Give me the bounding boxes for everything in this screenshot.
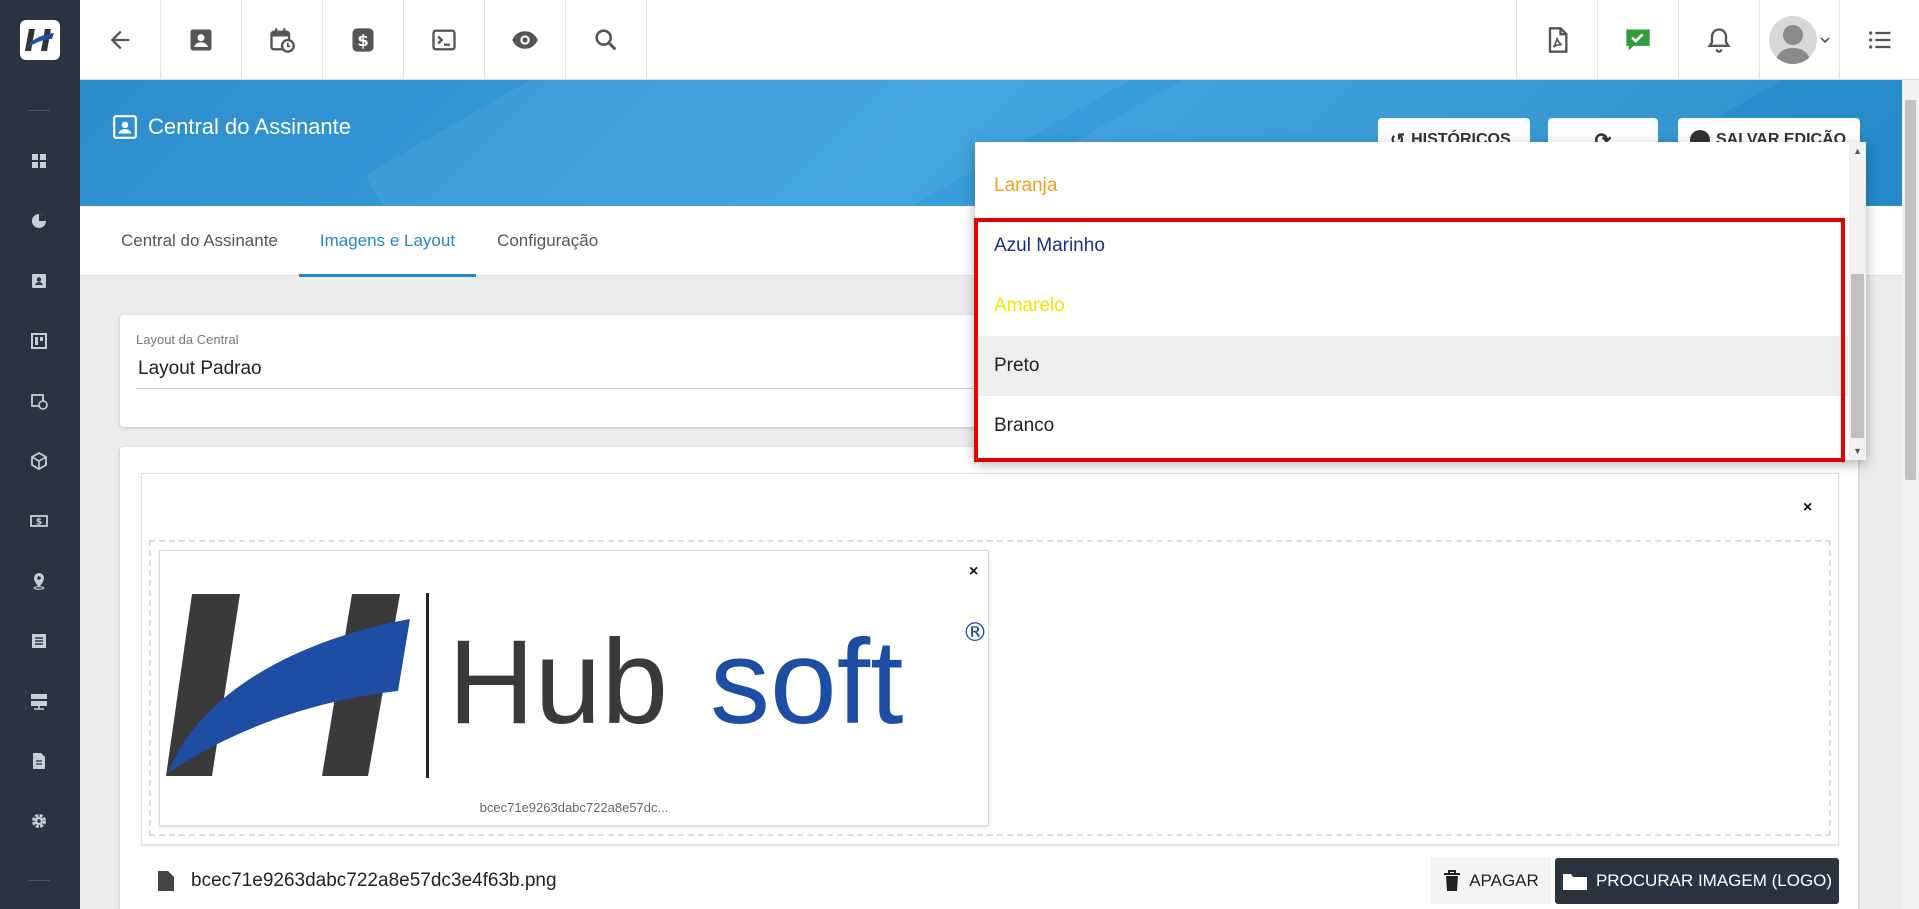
scrollbar-thumb[interactable]	[1851, 274, 1864, 438]
location-icon[interactable]	[28, 570, 50, 592]
avatar	[1768, 16, 1817, 64]
divider	[28, 880, 50, 881]
delete-button[interactable]: APAGAR	[1431, 858, 1551, 904]
box-icon[interactable]	[28, 450, 50, 472]
delete-label: APAGAR	[1469, 871, 1539, 890]
hubsoft-logo-icon	[20, 20, 60, 60]
close-icon[interactable]: ×	[1803, 499, 1812, 517]
calendar-clock-icon[interactable]	[28, 390, 50, 412]
field-underline	[136, 388, 1096, 389]
chevron-down-icon	[1819, 37, 1830, 44]
close-icon[interactable]: ×	[969, 563, 978, 581]
search-icon	[595, 29, 617, 51]
pie-chart-icon[interactable]	[28, 210, 50, 232]
dropdown-scrollbar[interactable]: ▲ ▼	[1849, 142, 1866, 460]
contact-card-icon[interactable]	[28, 270, 50, 292]
terminal-button[interactable]	[404, 0, 485, 80]
scroll-down-icon[interactable]: ▼	[1853, 446, 1862, 456]
contact-card-icon	[190, 29, 212, 51]
app-logo[interactable]	[0, 0, 80, 80]
dollar-icon: $	[352, 28, 374, 52]
contact-card-icon	[113, 115, 137, 139]
page-title-text: Central do Assinante	[148, 114, 352, 139]
image-preview: Hub soft ®	[159, 550, 989, 826]
back-button[interactable]	[80, 0, 161, 80]
menu-button[interactable]	[1839, 0, 1919, 80]
page-scrollbar[interactable]	[1902, 80, 1919, 909]
scrollbar-thumb[interactable]	[1905, 100, 1916, 480]
eye-icon	[512, 31, 538, 49]
folder-icon	[1562, 874, 1587, 890]
trash-icon	[1444, 870, 1461, 891]
highlight-box	[974, 218, 1845, 462]
terminal-icon	[432, 29, 456, 51]
server-icon[interactable]	[28, 690, 50, 712]
preview-filename: bcec71e9263dabc722a8e57dc...	[479, 800, 669, 815]
logo-text-soft: soft	[710, 615, 903, 749]
browse-image-button[interactable]: PROCURAR IMAGEM (LOGO)	[1555, 858, 1839, 904]
dashboard-icon[interactable]	[28, 150, 50, 172]
list-icon	[1868, 31, 1890, 49]
divider	[28, 110, 50, 111]
file-icon[interactable]	[28, 750, 50, 772]
document-list-icon[interactable]	[28, 630, 50, 652]
pdf-icon	[1548, 27, 1568, 53]
bell-icon	[1707, 28, 1731, 53]
calendar-clock-icon	[270, 28, 295, 53]
tab-label: Central do Assinante	[121, 231, 278, 250]
top-toolbar: $	[0, 0, 1919, 80]
scroll-up-icon[interactable]: ▲	[1853, 146, 1862, 156]
pdf-button[interactable]	[1516, 0, 1597, 80]
search-button[interactable]	[566, 0, 647, 80]
layout-select[interactable]: Layout Padrao	[138, 358, 262, 380]
tab-configuracao[interactable]: Configuração	[476, 206, 619, 276]
browse-label: PROCURAR IMAGEM (LOGO)	[1595, 871, 1833, 890]
notifications-button[interactable]	[1678, 0, 1759, 80]
tab-label: Configuração	[497, 231, 599, 250]
svg-text:$: $	[36, 518, 42, 528]
file-icon	[158, 871, 174, 891]
sidebar: $	[0, 80, 80, 909]
user-menu[interactable]	[1759, 0, 1839, 80]
chat-button[interactable]	[1597, 0, 1678, 80]
logo-text-hub: Hub	[448, 615, 668, 749]
page-title: Central do Assinante	[112, 114, 351, 140]
tab-label: Imagens e Layout	[319, 231, 456, 250]
layout-field-label: Layout da Central	[136, 332, 239, 347]
gear-icon[interactable]	[28, 810, 50, 832]
hubsoft-logo-image: Hub soft ®	[166, 593, 988, 778]
finance-button[interactable]: $	[323, 0, 404, 80]
money-icon[interactable]: $	[28, 510, 50, 532]
option-laranja[interactable]: Laranja	[975, 156, 1848, 216]
chat-check-icon	[1626, 29, 1650, 51]
contacts-button[interactable]	[161, 0, 242, 80]
registered-mark: ®	[962, 618, 988, 648]
schedule-button[interactable]	[242, 0, 323, 80]
board-icon[interactable]	[28, 330, 50, 352]
tab-central-assinante[interactable]: Central do Assinante	[100, 206, 299, 276]
svg-text:$: $	[357, 31, 368, 50]
option-label: Laranja	[994, 175, 1058, 196]
view-button[interactable]	[485, 0, 566, 80]
back-arrow-icon	[110, 30, 130, 50]
tab-imagens-layout[interactable]: Imagens e Layout	[298, 206, 477, 277]
file-name: bcec71e9263dabc722a8e57dc3e4f63b.png	[191, 870, 557, 891]
file-row: bcec71e9263dabc722a8e57dc3e4f63b.png APA…	[141, 858, 1839, 904]
